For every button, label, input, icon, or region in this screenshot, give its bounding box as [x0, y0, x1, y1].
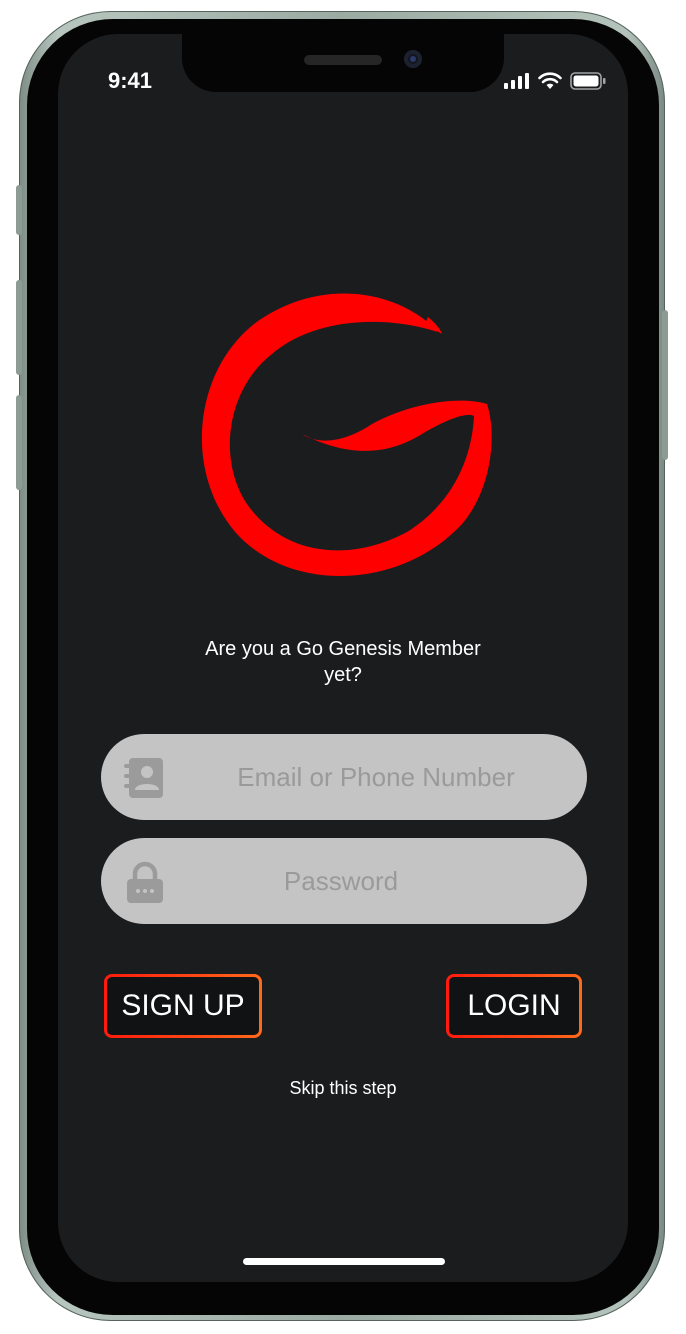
- lock-icon: [127, 861, 163, 903]
- status-icons: [504, 72, 606, 90]
- password-input[interactable]: [171, 838, 511, 924]
- cellular-signal-icon: [504, 73, 529, 89]
- wifi-icon: [538, 72, 562, 89]
- signup-button[interactable]: SIGN UP: [104, 974, 262, 1038]
- login-button[interactable]: LOGIN: [446, 974, 582, 1038]
- camera-icon: [404, 50, 422, 68]
- member-prompt-line2: yet?: [324, 664, 362, 686]
- password-field[interactable]: [101, 838, 587, 924]
- email-field[interactable]: [101, 734, 587, 820]
- volume-down-button: [16, 395, 22, 490]
- member-prompt-line1: Are you a Go Genesis Member: [205, 638, 481, 660]
- home-indicator[interactable]: [243, 1258, 445, 1265]
- status-time: 9:41: [108, 68, 153, 93]
- battery-icon: [570, 72, 606, 90]
- notch: [182, 34, 504, 92]
- mute-switch: [16, 185, 22, 235]
- contact-card-icon: [124, 758, 163, 798]
- member-prompt: Are you a Go Genesis Member yet?: [178, 636, 508, 688]
- power-button: [662, 310, 668, 460]
- skip-link[interactable]: Skip this step: [243, 1078, 443, 1099]
- speaker-grille: [304, 55, 382, 65]
- screen: 9:41 Are you a Go Genesis Member yet? Em…: [58, 34, 628, 1282]
- email-input[interactable]: [191, 734, 561, 820]
- volume-up-button: [16, 280, 22, 375]
- go-genesis-logo: [201, 293, 492, 577]
